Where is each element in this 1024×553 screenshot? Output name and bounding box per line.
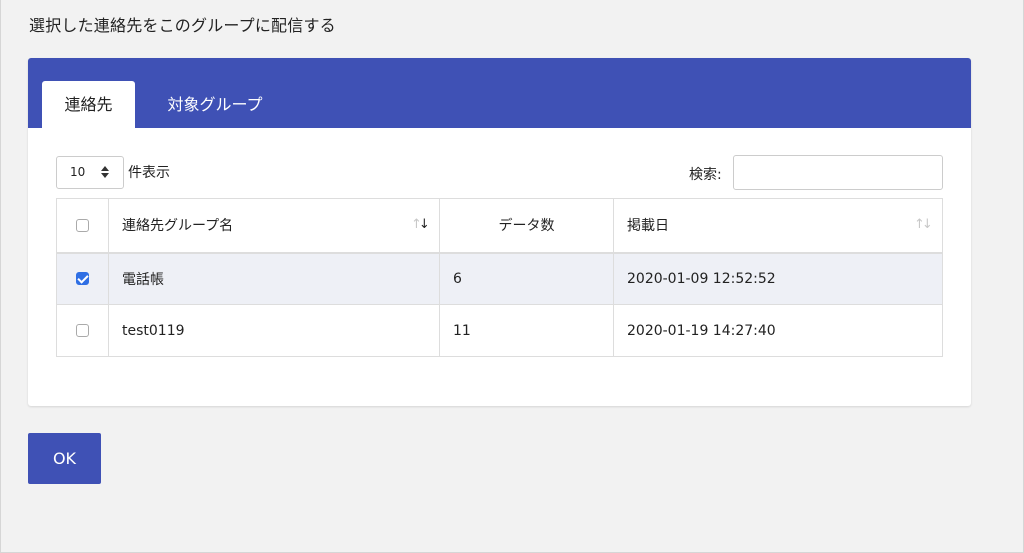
data-count-cell: 6 <box>439 252 614 305</box>
ok-button[interactable]: OK <box>28 433 101 484</box>
content-card: 連絡先 対象グループ 10 件表示 検索: 連絡先グループ名 ↑↓ データ数 掲… <box>28 58 971 406</box>
page-length-value: 10 <box>70 165 86 179</box>
column-header-group-name[interactable]: 連絡先グループ名 ↑↓ <box>108 198 440 254</box>
select-updown-icon <box>101 166 109 178</box>
tab-target-groups[interactable]: 対象グループ <box>155 81 275 128</box>
search-label: 検索: <box>689 167 722 183</box>
page-length-select[interactable]: 10 <box>56 156 124 189</box>
column-header-date[interactable]: 掲載日 ↑↓ <box>613 198 943 254</box>
page-heading: 選択した連絡先をこのグループに配信する <box>29 16 336 35</box>
tab-contacts[interactable]: 連絡先 <box>42 81 135 128</box>
sort-arrows-icon: ↑↓ <box>914 217 933 232</box>
group-name-cell: 電話帳 <box>108 252 440 305</box>
table-header-row: 連絡先グループ名 ↑↓ データ数 掲載日 ↑↓ <box>56 198 943 254</box>
data-count-cell: 11 <box>439 304 614 357</box>
search-input[interactable] <box>733 155 943 190</box>
tab-bar: 連絡先 対象グループ <box>28 58 971 128</box>
row-checkbox-cell <box>56 252 109 305</box>
row-checkbox-cell <box>56 304 109 357</box>
contact-groups-table: 連絡先グループ名 ↑↓ データ数 掲載日 ↑↓ 電話帳 6 2020-01-09… <box>56 198 943 357</box>
page-length-label: 件表示 <box>128 165 170 181</box>
sort-arrows-icon: ↑↓ <box>411 217 430 232</box>
row-checkbox[interactable] <box>76 324 89 337</box>
posted-date-cell: 2020-01-19 14:27:40 <box>613 304 943 357</box>
column-header-label: データ数 <box>498 218 555 235</box>
table-row[interactable]: test0119 11 2020-01-19 14:27:40 <box>56 304 943 357</box>
posted-date-cell: 2020-01-09 12:52:52 <box>613 252 943 305</box>
group-name-cell: test0119 <box>108 304 440 357</box>
column-header-label: 掲載日 <box>627 218 669 235</box>
select-all-checkbox[interactable] <box>76 218 89 232</box>
row-checkbox[interactable] <box>76 272 89 286</box>
column-header-label: 連絡先グループ名 <box>122 218 234 235</box>
select-all-cell <box>56 198 109 254</box>
column-header-count[interactable]: データ数 <box>439 198 614 254</box>
table-row[interactable]: 電話帳 6 2020-01-09 12:52:52 <box>56 252 943 305</box>
